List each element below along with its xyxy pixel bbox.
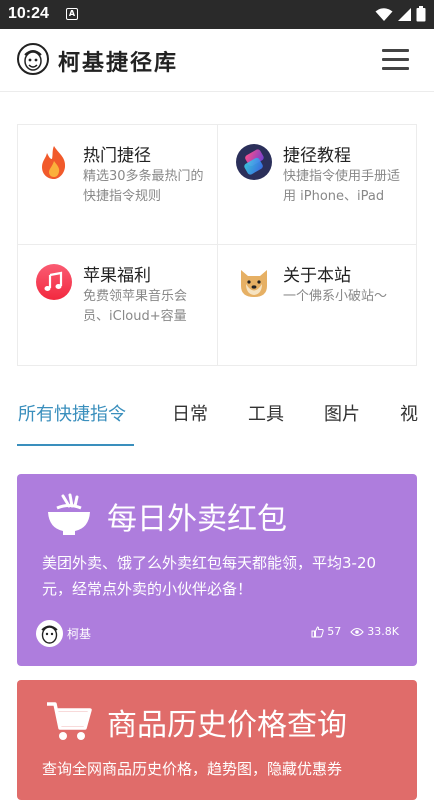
card-title: 商品历史价格查询 bbox=[107, 708, 347, 743]
card-desc: 查询全网商品历史价格，趋势图，隐藏优惠券 bbox=[42, 760, 343, 778]
card-stats: 57 33.8K bbox=[311, 625, 399, 638]
cellular-signal-icon bbox=[398, 7, 411, 21]
card-title: 每日外卖红包 bbox=[107, 502, 287, 537]
tab-images[interactable]: 图片 bbox=[324, 400, 360, 426]
site-title[interactable]: 柯基捷径库 bbox=[58, 45, 178, 77]
status-bar: 10:24 A bbox=[0, 0, 434, 29]
food-bowl-icon bbox=[48, 493, 90, 535]
category-apple-perks[interactable]: 苹果福利 免费领苹果音乐会员、iCloud+容量 bbox=[18, 245, 217, 364]
shortcuts-app-icon bbox=[236, 144, 272, 180]
shortcut-card-price-history[interactable]: 商品历史价格查询 查询全网商品历史价格，趋势图，隐藏优惠券 bbox=[17, 680, 417, 800]
category-title: 热门捷径 bbox=[83, 146, 151, 166]
tab-all-shortcuts[interactable]: 所有快捷指令 bbox=[18, 400, 126, 426]
apple-music-icon bbox=[36, 264, 72, 300]
author-avatar bbox=[36, 620, 63, 647]
battery-icon bbox=[416, 6, 426, 22]
fire-icon bbox=[42, 146, 66, 179]
doge-icon bbox=[241, 270, 267, 297]
thumbs-up-icon[interactable] bbox=[311, 625, 324, 638]
eye-icon bbox=[350, 627, 365, 636]
category-title: 苹果福利 bbox=[83, 266, 151, 286]
notification-icon: A bbox=[66, 8, 78, 20]
corgi-avatar-icon[interactable] bbox=[17, 43, 49, 75]
status-time: 10:24 bbox=[8, 5, 49, 22]
author-name[interactable]: 柯基 bbox=[67, 625, 91, 642]
hamburger-menu-icon[interactable] bbox=[382, 47, 410, 71]
shopping-cart-icon bbox=[47, 702, 92, 740]
shortcut-card-takeout[interactable]: 每日外卖红包 美团外卖、饿了么外卖红包每天都能领，平均3-20元，经常点外卖的小… bbox=[17, 474, 417, 666]
category-title: 关于本站 bbox=[283, 266, 351, 286]
tab-video[interactable]: 视 bbox=[400, 400, 418, 426]
category-desc: 免费领苹果音乐会员、iCloud+容量 bbox=[83, 289, 188, 324]
app-header: 柯基捷径库 bbox=[0, 29, 434, 92]
category-grid: 热门捷径 精选30多条最热门的快捷指令规则 捷径教程 快捷指令使用手册适用 iP… bbox=[17, 124, 417, 366]
category-hot-shortcuts[interactable]: 热门捷径 精选30多条最热门的快捷指令规则 bbox=[18, 125, 217, 244]
tab-tools[interactable]: 工具 bbox=[248, 400, 284, 426]
tab-daily[interactable]: 日常 bbox=[172, 400, 208, 426]
category-desc: 精选30多条最热门的快捷指令规则 bbox=[83, 169, 204, 204]
wifi-icon bbox=[375, 7, 393, 21]
category-tutorials[interactable]: 捷径教程 快捷指令使用手册适用 iPhone、iPad bbox=[218, 125, 417, 244]
card-desc: 美团外卖、饿了么外卖红包每天都能领，平均3-20元，经常点外卖的小伙伴必备！ bbox=[42, 554, 377, 598]
status-icons bbox=[375, 6, 426, 22]
category-title: 捷径教程 bbox=[283, 146, 351, 166]
category-desc: 快捷指令使用手册适用 iPhone、iPad bbox=[283, 169, 401, 204]
category-tabs: 所有快捷指令 日常 工具 图片 视 bbox=[0, 390, 434, 450]
like-count: 57 bbox=[327, 625, 342, 638]
category-about[interactable]: 关于本站 一个佛系小破站～ bbox=[218, 245, 417, 364]
view-count: 33.8K bbox=[367, 625, 399, 638]
active-tab-indicator bbox=[17, 444, 134, 446]
category-desc: 一个佛系小破站～ bbox=[283, 289, 388, 304]
